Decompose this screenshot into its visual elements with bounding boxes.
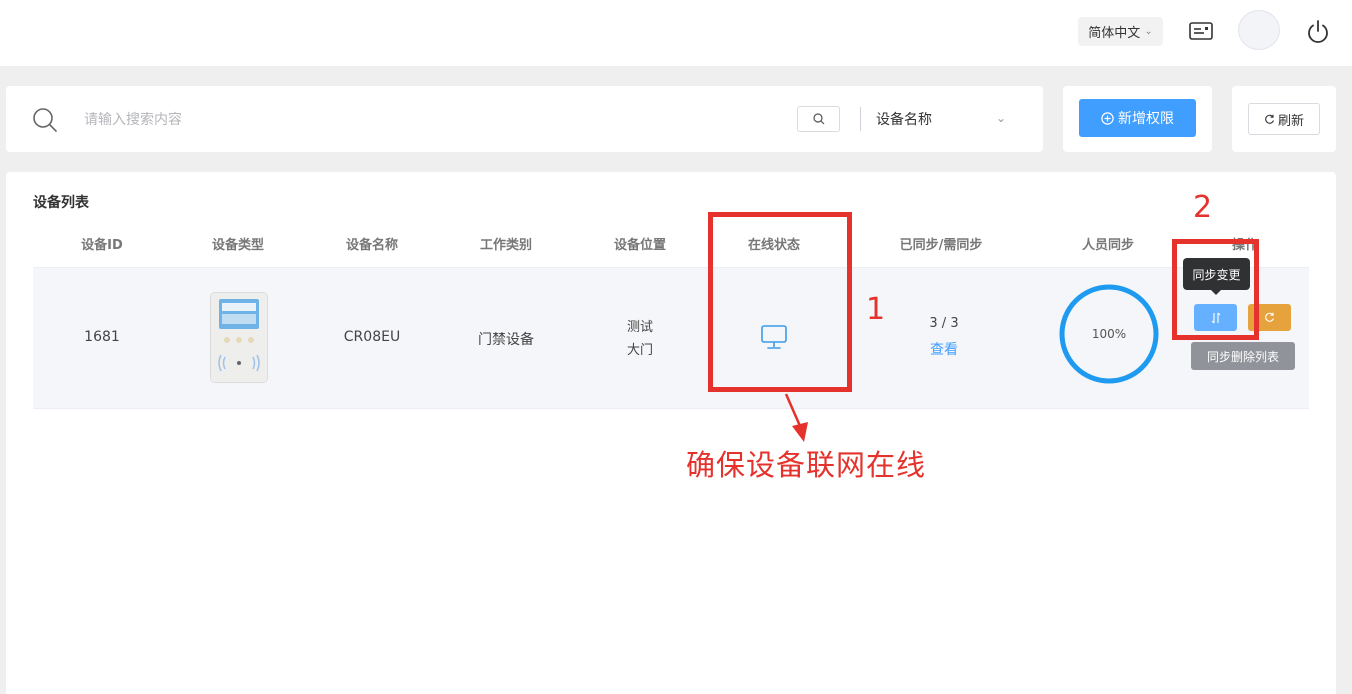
annotation-number-1: 1 xyxy=(866,292,886,327)
id-card-icon[interactable] xyxy=(1189,21,1213,41)
location-line-1: 测试 xyxy=(626,320,653,335)
refresh-label: 刷新 xyxy=(1277,113,1304,129)
search-icon xyxy=(812,113,824,125)
power-icon[interactable] xyxy=(1305,19,1331,45)
column-header-work-type: 工作类别 xyxy=(479,238,532,253)
refresh-icon xyxy=(1265,114,1275,124)
refresh-button[interactable]: 刷新 xyxy=(1248,103,1320,135)
search-panel: 设备名称 ⌄ xyxy=(6,86,1043,152)
device-id-cell: 1681 xyxy=(84,329,120,345)
list-title: 设备列表 xyxy=(33,195,89,211)
annotation-box-online-status xyxy=(708,212,852,392)
location-line-2: 大门 xyxy=(626,343,653,358)
sync-delete-tooltip: 同步删除列表 xyxy=(1191,342,1295,370)
annotation-arrow-icon xyxy=(784,393,808,442)
column-header-person-sync: 人员同步 xyxy=(1081,238,1134,253)
person-sync-progress: 100% xyxy=(1059,284,1159,384)
divider xyxy=(860,107,861,131)
view-link[interactable]: 查看 xyxy=(879,339,1009,359)
plus-circle-icon xyxy=(1101,111,1114,125)
language-label: 简体中文 xyxy=(1088,26,1141,41)
annotation-note: 确保设备联网在线 xyxy=(686,448,927,482)
annotation-box-sync-button xyxy=(1172,239,1259,340)
device-name-cell: CR08EU xyxy=(343,329,401,345)
top-bar: 简体中文 ⌄ xyxy=(0,0,1352,66)
search-field-select[interactable]: 设备名称 ⌄ xyxy=(876,106,1006,132)
add-permission-button[interactable]: 新增权限 xyxy=(1079,99,1196,137)
search-icon xyxy=(33,108,57,132)
person-sync-percent: 100% xyxy=(1091,327,1127,341)
search-input[interactable] xyxy=(82,106,726,134)
search-field-label: 设备名称 xyxy=(876,112,932,128)
language-select[interactable]: 简体中文 ⌄ xyxy=(1078,17,1163,46)
table-row: 1681 CR08EU 门禁设备 测试 大门 3 / 3 查看 100% xyxy=(33,267,1309,409)
column-header-device-type: 设备类型 xyxy=(211,238,264,253)
add-permission-label: 新增权限 xyxy=(1118,111,1174,127)
column-header-device-name: 设备名称 xyxy=(345,238,398,253)
chevron-down-icon: ⌄ xyxy=(995,111,1006,125)
add-panel: 新增权限 xyxy=(1063,86,1212,152)
device-image xyxy=(210,292,268,383)
search-button[interactable] xyxy=(797,106,840,132)
device-list-panel: 设备列表 设备ID 设备类型 设备名称 工作类别 设备位置 在线状态 已同步/需… xyxy=(6,172,1336,694)
sync-count: 3 / 3 xyxy=(929,316,959,331)
column-header-location: 设备位置 xyxy=(613,238,666,253)
column-header-device-id: 设备ID xyxy=(81,238,123,253)
avatar[interactable] xyxy=(1238,10,1280,50)
column-header-sync-count: 已同步/需同步 xyxy=(899,238,983,253)
refresh-icon xyxy=(1265,312,1275,322)
refresh-panel: 刷新 xyxy=(1232,86,1336,152)
chevron-down-icon: ⌄ xyxy=(1144,26,1153,37)
work-type-cell: 门禁设备 xyxy=(478,332,534,348)
annotation-number-2: 2 xyxy=(1193,190,1213,225)
